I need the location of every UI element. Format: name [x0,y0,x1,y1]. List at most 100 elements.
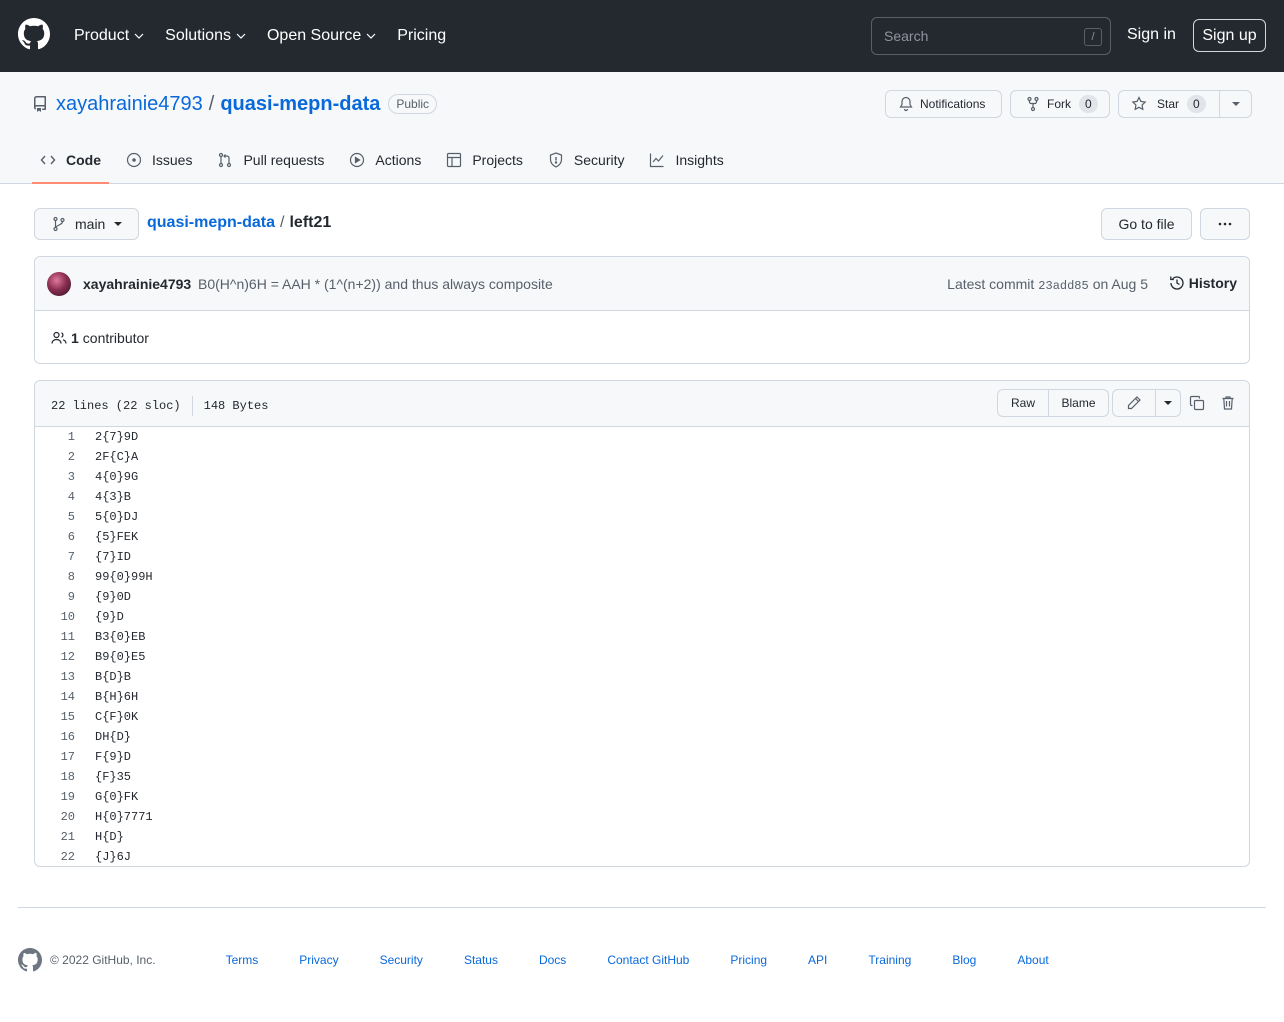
code-line: 7 {7}ID [35,547,1249,567]
history-link[interactable]: History [1169,275,1237,291]
commit-message-link[interactable]: B0(H^n)6H = AAH * (1^(n+2)) and thus alw… [198,276,553,292]
star-button[interactable]: Star 0 [1118,90,1252,118]
search-shortcut-key: / [1084,28,1102,46]
line-number[interactable]: 10 [35,610,75,624]
tab-insights[interactable]: Insights [641,142,731,178]
search-input[interactable]: Search / [871,17,1111,55]
line-number[interactable]: 18 [35,770,75,784]
line-content: B3{0}EB [95,630,146,644]
go-to-file-button[interactable]: Go to file [1101,208,1192,240]
footer-link-about[interactable]: About [1017,953,1048,967]
tab-issues[interactable]: Issues [118,142,200,178]
line-content: H{0}7771 [95,810,153,824]
line-number[interactable]: 19 [35,790,75,804]
kebab-horizontal-icon [1218,222,1232,226]
tab-security[interactable]: Security [540,142,633,178]
line-number[interactable]: 2 [35,450,75,464]
nav-open-source[interactable]: Open Source [267,27,377,45]
pull-request-icon [219,152,232,168]
more-options-button[interactable] [1200,208,1250,240]
footer-link-docs[interactable]: Docs [539,953,566,967]
line-content: {F}35 [95,770,132,784]
star-dropdown-caret-icon[interactable] [1232,102,1240,106]
tab-actions[interactable]: Actions [341,142,429,178]
footer-link-api[interactable]: API [808,953,827,967]
footer-link-blog[interactable]: Blog [952,953,976,967]
line-number[interactable]: 12 [35,650,75,664]
graph-icon [650,153,664,168]
line-number[interactable]: 9 [35,590,75,604]
footer-link-contact[interactable]: Contact GitHub [607,953,689,967]
footer-link-privacy[interactable]: Privacy [299,953,338,967]
raw-blame-group: Raw Blame [997,389,1109,417]
repo-name-link[interactable]: quasi-mepn-data [220,93,380,116]
code-line: 13 B{D}B [35,667,1249,687]
line-number[interactable]: 14 [35,690,75,704]
play-icon [350,152,365,168]
line-number[interactable]: 3 [35,470,75,484]
line-number[interactable]: 21 [35,830,75,844]
code-line: 18 {F}35 [35,767,1249,787]
footer-copyright: © 2022 GitHub, Inc. [50,953,156,967]
contributor-count: 1 [71,329,79,346]
code-line: 12 B9{0}E5 [35,647,1249,667]
site-footer: © 2022 GitHub, Inc. Terms Privacy Securi… [18,948,1266,972]
nav-pricing[interactable]: Pricing [397,27,446,45]
issue-icon [126,152,142,168]
tab-pull-requests[interactable]: Pull requests [209,142,332,178]
line-number[interactable]: 7 [35,550,75,564]
branch-select-button[interactable]: main [34,208,139,240]
blame-button[interactable]: Blame [1048,390,1108,416]
repo-title: xayahrainie4793 / quasi-mepn-data Public [32,92,438,116]
line-number[interactable]: 6 [35,530,75,544]
line-content: {9}0D [95,590,132,604]
sign-in-link[interactable]: Sign in [1127,26,1176,44]
nav-solutions[interactable]: Solutions [165,27,247,45]
tab-insights-label: Insights [675,152,724,168]
line-number[interactable]: 17 [35,750,75,764]
tab-code[interactable]: Code [32,142,109,184]
file-viewer: 22 lines (22 sloc) 148 Bytes Raw Blame 1… [34,380,1250,867]
trash-icon[interactable] [1220,395,1236,411]
table-icon [447,152,462,168]
repo-owner-link[interactable]: xayahrainie4793 [56,93,203,116]
copy-icon[interactable] [1189,395,1205,411]
line-number[interactable]: 8 [35,570,75,584]
line-number[interactable]: 13 [35,670,75,684]
fork-button[interactable]: Fork 0 [1010,90,1110,118]
notifications-button[interactable]: Notifications [885,90,1002,118]
breadcrumb-repo-link[interactable]: quasi-mepn-data [147,214,275,232]
commit-sha-link[interactable]: 23add85 [1038,279,1088,293]
line-number[interactable]: 1 [35,430,75,444]
footer-link-security[interactable]: Security [380,953,423,967]
sign-up-button[interactable]: Sign up [1193,19,1266,52]
line-number[interactable]: 11 [35,630,75,644]
contributor-label: contributor [82,329,149,346]
edit-file-button[interactable] [1113,390,1155,416]
line-content: H{D} [95,830,124,844]
code-line: 5 5{0}DJ [35,507,1249,527]
line-number[interactable]: 4 [35,490,75,504]
github-logo-icon[interactable] [18,948,42,972]
code-line: 9 {9}0D [35,587,1249,607]
footer-link-pricing[interactable]: Pricing [730,953,767,967]
edit-dropdown-button[interactable] [1155,390,1180,416]
footer-link-terms[interactable]: Terms [226,953,259,967]
commit-author-link[interactable]: xayahrainie4793 [83,276,191,292]
tab-projects[interactable]: Projects [438,142,531,178]
contributors-row[interactable]: 1 contributor [35,311,1249,363]
line-number[interactable]: 15 [35,710,75,724]
line-number[interactable]: 5 [35,510,75,524]
github-logo-icon[interactable] [18,18,50,50]
line-number[interactable]: 16 [35,730,75,744]
raw-button[interactable]: Raw [998,390,1048,416]
people-icon [51,331,67,344]
code-line: 2 2F{C}A [35,447,1249,467]
file-size: 148 Bytes [203,399,269,413]
line-number[interactable]: 22 [35,850,75,864]
avatar[interactable] [47,272,71,296]
footer-link-training[interactable]: Training [868,953,911,967]
line-number[interactable]: 20 [35,810,75,824]
nav-product[interactable]: Product [74,27,145,45]
footer-link-status[interactable]: Status [464,953,498,967]
